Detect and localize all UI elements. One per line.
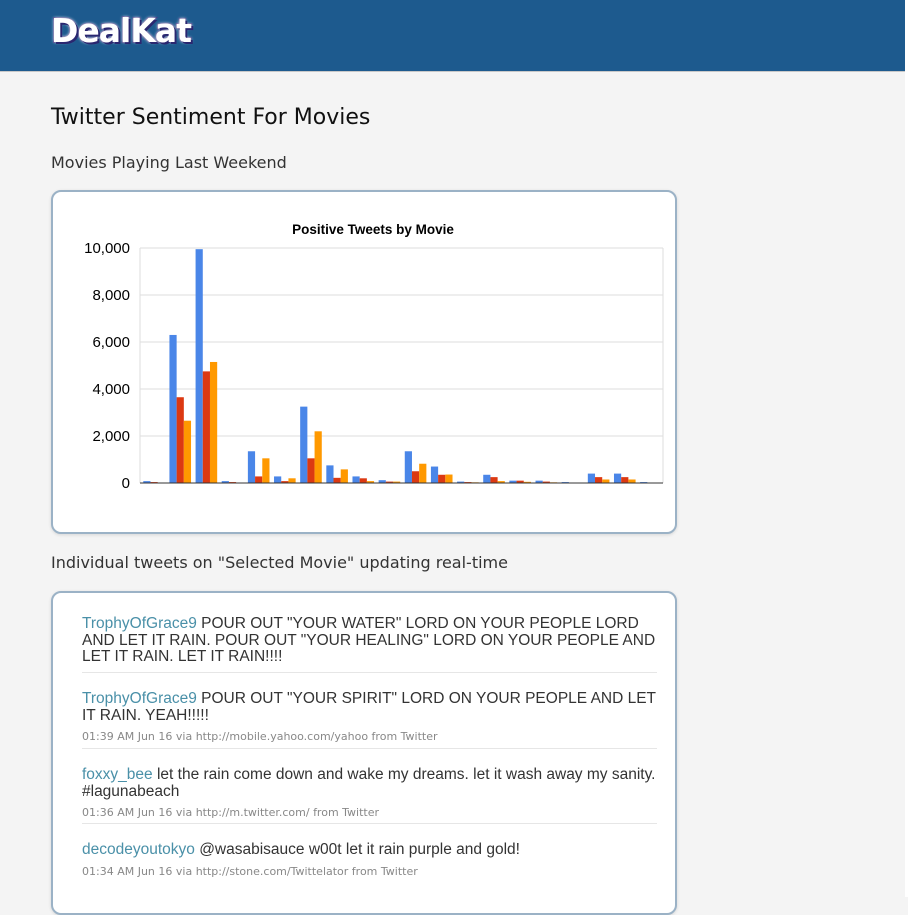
tweet-body: TrophyOfGrace9 POUR OUT "YOUR SPIRIT" LO… (82, 691, 657, 724)
bar-series-3-cat-19[interactable] (628, 479, 635, 483)
bar-series-2-cat-2[interactable] (177, 397, 184, 483)
chart-gridlines (140, 248, 663, 483)
bar-series-1-cat-3[interactable] (196, 249, 203, 483)
bar-series-2-cat-18[interactable] (595, 477, 602, 483)
tweet-body: TrophyOfGrace9 POUR OUT "YOUR WATER" LOR… (82, 616, 657, 666)
bar-series-1-cat-12[interactable] (431, 467, 438, 483)
bar-series-3-cat-6[interactable] (288, 478, 295, 483)
bar-series-1-cat-18[interactable] (588, 474, 595, 483)
tweet-text: @wasabisauce w00t let it rain purple and… (195, 841, 520, 858)
bar-series-2-cat-3[interactable] (203, 371, 210, 483)
tweet-meta: 01:39 AM Jun 16 via http://mobile.yahoo.… (82, 730, 657, 744)
site-header: DealKat (0, 0, 908, 72)
bar-series-1-cat-6[interactable] (274, 476, 281, 483)
tweet-divider (82, 748, 657, 749)
bar-series-2-cat-12[interactable] (438, 475, 445, 483)
y-tick-label: 10,000 (84, 240, 130, 257)
bar-series-1-cat-14[interactable] (483, 475, 490, 483)
bar-series-2-cat-14[interactable] (490, 477, 497, 483)
bar-series-2-cat-9[interactable] (360, 478, 367, 483)
bar-series-2-cat-8[interactable] (334, 478, 341, 483)
tweet-divider (82, 823, 657, 824)
tweet-username[interactable]: TrophyOfGrace9 (82, 615, 197, 632)
y-axis-ticks: 0 2,000 4,000 6,000 8,000 10,000 (84, 240, 130, 492)
bar-series-1-cat-2[interactable] (169, 335, 176, 483)
bar-series-1-cat-11[interactable] (405, 451, 412, 483)
chart-bars (143, 249, 661, 483)
tweet-item: foxxy_bee let the rain come down and wak… (82, 767, 657, 820)
bar-series-1-cat-9[interactable] (352, 476, 359, 483)
bar-series-3-cat-11[interactable] (419, 464, 426, 483)
tweet-username[interactable]: foxxy_bee (82, 766, 153, 783)
positive-tweets-chart: Positive Tweets by Movie 0 2,000 4,000 6,00… (53, 192, 675, 532)
tweet-text: let the rain come down and wake my dream… (82, 766, 655, 800)
bar-series-2-cat-19[interactable] (621, 477, 628, 483)
tweets-section-title: Individual tweets on "Selected Movie" up… (51, 552, 508, 574)
bar-series-3-cat-12[interactable] (445, 475, 452, 483)
chart-title: Positive Tweets by Movie (292, 222, 454, 237)
tweet-meta: 01:34 AM Jun 16 via http://stone.com/Twi… (82, 865, 657, 879)
chart-panel: Positive Tweets by Movie 0 2,000 4,000 6,00… (51, 190, 677, 534)
bar-series-3-cat-3[interactable] (210, 362, 217, 483)
tweet-username[interactable]: TrophyOfGrace9 (82, 690, 197, 707)
movies-section-title: Movies Playing Last Weekend (51, 152, 287, 174)
bar-series-2-cat-7[interactable] (307, 458, 314, 483)
page-title: Twitter Sentiment For Movies (51, 104, 370, 132)
tweet-body: foxxy_bee let the rain come down and wak… (82, 767, 657, 800)
bar-series-2-cat-5[interactable] (255, 476, 262, 483)
bar-series-3-cat-2[interactable] (184, 421, 191, 483)
y-tick-label: 8,000 (92, 287, 130, 304)
tweet-meta: 01:36 AM Jun 16 via http://m.twitter.com… (82, 806, 657, 820)
dealkat-logo[interactable]: DealKat (51, 11, 191, 51)
tweet-item: TrophyOfGrace9 POUR OUT "YOUR SPIRIT" LO… (82, 691, 657, 744)
y-tick-label: 0 (122, 475, 130, 492)
bar-series-3-cat-18[interactable] (602, 479, 609, 483)
bar-series-3-cat-8[interactable] (341, 469, 348, 483)
bar-series-3-cat-7[interactable] (315, 431, 322, 483)
tweet-item: decodeyoutokyo @wasabisauce w00t let it … (82, 842, 657, 879)
bar-series-3-cat-5[interactable] (262, 458, 269, 483)
tweets-panel: TrophyOfGrace9 POUR OUT "YOUR WATER" LOR… (51, 591, 677, 915)
tweet-body: decodeyoutokyo @wasabisauce w00t let it … (82, 842, 657, 859)
y-tick-label: 2,000 (92, 428, 130, 445)
bar-series-2-cat-11[interactable] (412, 471, 419, 483)
bar-series-1-cat-7[interactable] (300, 407, 307, 483)
y-tick-label: 6,000 (92, 334, 130, 351)
bar-series-1-cat-5[interactable] (248, 451, 255, 483)
tweet-item: TrophyOfGrace9 POUR OUT "YOUR WATER" LOR… (82, 616, 657, 666)
y-tick-label: 4,000 (92, 381, 130, 398)
bar-series-1-cat-19[interactable] (614, 474, 621, 483)
bar-series-1-cat-8[interactable] (326, 465, 333, 483)
tweet-username[interactable]: decodeyoutokyo (82, 841, 195, 858)
tweet-divider (82, 672, 657, 673)
